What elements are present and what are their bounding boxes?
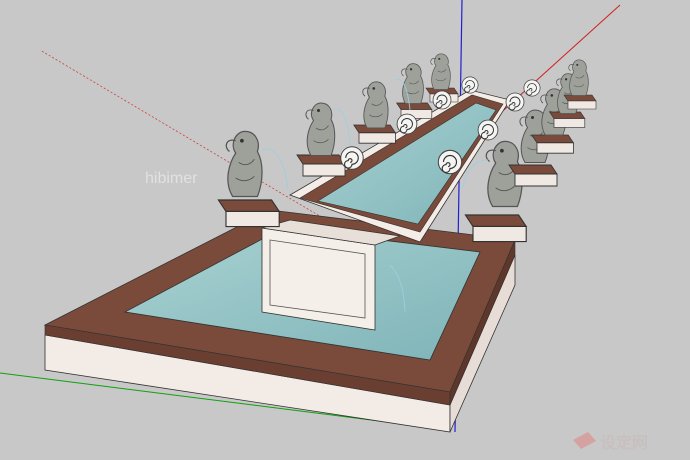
model-viewport: hibimer 设定网	[0, 0, 648, 452]
brand-logo: 设定网	[573, 432, 648, 452]
brand-name: 设定网	[600, 433, 648, 452]
watermark-text: hibimer	[145, 170, 198, 187]
pink-diamond-mark-icon	[573, 432, 596, 449]
